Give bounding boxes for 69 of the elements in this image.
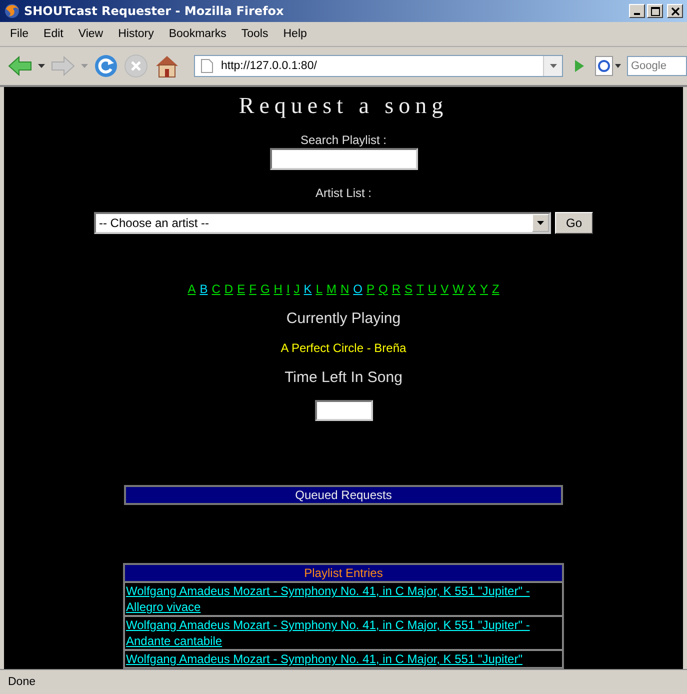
letter-link[interactable]: G xyxy=(260,282,270,296)
playlist-entry-link[interactable]: Wolfgang Amadeus Mozart - Symphony No. 41, in C Major, K 551 "Jupiter" xyxy=(126,651,561,667)
queue-header: Queued Requests xyxy=(124,485,563,505)
search-field[interactable]: Google xyxy=(627,56,687,76)
letter-link[interactable]: W xyxy=(452,282,464,296)
dropdown-arrow-icon[interactable] xyxy=(38,64,45,68)
letter-link[interactable]: Q xyxy=(378,282,388,296)
letter-link[interactable]: I xyxy=(286,282,290,296)
time-left-field[interactable] xyxy=(314,400,372,421)
letter-link[interactable]: T xyxy=(416,282,424,296)
history-dropdown-button[interactable] xyxy=(543,56,562,76)
maximize-button[interactable] xyxy=(647,4,663,18)
caret-icon xyxy=(550,64,556,68)
now-playing-heading: Currently Playing xyxy=(286,310,401,326)
playlist-entry-link[interactable]: Wolfgang Amadeus Mozart - Symphony No. 41, in C Major, K 551 "Jupiter" - Andante cantabile xyxy=(126,617,561,649)
letter-link[interactable]: U xyxy=(428,282,437,296)
letter-link[interactable]: E xyxy=(237,282,246,296)
search-engine-icon[interactable] xyxy=(595,56,621,76)
url-text: http://127.0.0.1:80/ xyxy=(221,60,318,72)
page-icon xyxy=(201,59,213,73)
artist-select[interactable]: -- Choose an artist -- xyxy=(94,212,551,234)
search-label: Search Playlist : xyxy=(300,133,387,147)
letter-link[interactable]: L xyxy=(316,282,322,296)
letter-link[interactable]: N xyxy=(340,282,350,296)
close-icon xyxy=(670,6,680,16)
close-button[interactable] xyxy=(667,4,683,18)
letter-link[interactable]: F xyxy=(249,282,256,296)
minimize-icon xyxy=(634,13,640,15)
letter-link[interactable]: C xyxy=(212,282,220,296)
letter-link[interactable]: O xyxy=(353,282,363,296)
letter-link[interactable]: S xyxy=(404,282,413,296)
letter-link[interactable]: D xyxy=(224,282,234,296)
letter-link[interactable]: M xyxy=(326,282,336,296)
letter-link[interactable]: K xyxy=(304,282,312,296)
menu-item[interactable]: File xyxy=(10,28,29,40)
search-field[interactable] xyxy=(270,148,418,170)
playlist-header: Playlist Entries xyxy=(124,564,563,582)
letter-link[interactable]: H xyxy=(274,282,282,296)
go-button[interactable]: Go xyxy=(554,212,593,234)
menu-item[interactable]: View xyxy=(78,28,104,40)
letter-link[interactable]: X xyxy=(468,282,476,296)
letter-link[interactable]: Z xyxy=(492,282,500,296)
artist-label: Artist List : xyxy=(315,186,372,200)
caret-icon xyxy=(536,220,544,224)
letter-link[interactable]: V xyxy=(440,282,449,296)
globe-icon xyxy=(4,3,20,19)
time-left-heading: Time Left In Song xyxy=(284,368,402,386)
minimize-button[interactable] xyxy=(629,4,645,18)
home-icon[interactable] xyxy=(154,54,180,78)
letter-link[interactable]: J xyxy=(294,282,300,296)
letter-link[interactable]: P xyxy=(366,282,375,296)
menu-item[interactable]: History xyxy=(118,28,154,40)
back-arrow-icon[interactable] xyxy=(8,55,32,77)
menu-item[interactable]: Tools xyxy=(241,28,268,40)
maximize-icon xyxy=(650,6,660,16)
reload-icon[interactable] xyxy=(94,54,118,78)
window-title: SHOUTcast Requester - Mozilla Firefox xyxy=(24,4,285,18)
menu-item[interactable]: Help xyxy=(283,28,307,40)
page-heading: Request a song xyxy=(238,93,448,119)
menu-item[interactable]: Bookmarks xyxy=(168,28,226,40)
letter-link[interactable]: A xyxy=(188,282,196,296)
letter-link[interactable]: B xyxy=(200,282,208,296)
playlist-entry-link[interactable]: Wolfgang Amadeus Mozart - Symphony No. 41, in C Major, K 551 "Jupiter" - Allegro vivace xyxy=(126,583,561,615)
address-bar[interactable]: http://127.0.0.1:80/ xyxy=(194,55,563,77)
letter-link[interactable]: Y xyxy=(480,282,488,296)
letter-link[interactable]: R xyxy=(392,282,401,296)
status-text: Done xyxy=(0,669,687,694)
now-playing-text: A Perfect Circle - Breña xyxy=(280,340,406,354)
menu-item[interactable]: Edit xyxy=(44,28,64,40)
